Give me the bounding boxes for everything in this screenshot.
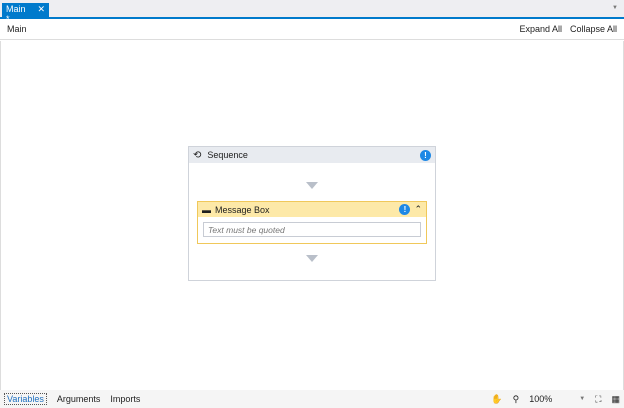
message-box-icon: ▬ — [202, 204, 211, 215]
expand-all-button[interactable]: Expand All — [519, 24, 562, 34]
tab-label: Main * — [6, 4, 26, 24]
chevron-down-icon[interactable]: ▼ — [579, 396, 585, 402]
tab-imports[interactable]: Imports — [110, 394, 140, 404]
info-icon[interactable]: ! — [399, 204, 411, 215]
drop-arrow-icon[interactable] — [306, 182, 318, 189]
tab-main[interactable]: Main * ✕ — [2, 3, 49, 24]
sequence-title: Sequence — [207, 150, 248, 160]
text-input[interactable]: Text must be quoted — [203, 222, 421, 237]
overview-icon[interactable]: ▦ — [611, 394, 620, 405]
info-icon[interactable]: ! — [420, 149, 431, 161]
close-icon[interactable]: ✕ — [37, 4, 45, 16]
sequence-activity[interactable]: ⟲ Sequence! ▬ Message Box! ⌃ Text must be q… — [188, 146, 436, 281]
document-tabbar: Main * ✕ ▼ — [0, 0, 624, 24]
search-icon[interactable]: ⚲ — [513, 394, 520, 405]
tab-dropdown-icon[interactable]: ▼ — [612, 5, 618, 11]
collapse-all-button[interactable]: Collapse All — [570, 24, 617, 34]
sequence-icon: ⟲ — [193, 149, 202, 161]
breadcrumb: Main Expand All Collapse All — [0, 19, 624, 40]
breadcrumb-main[interactable]: Main — [7, 24, 27, 34]
message-box-title: Message Box — [215, 204, 270, 215]
hand-icon[interactable]: ✋ — [491, 394, 502, 405]
fit-to-screen-icon[interactable]: ⛶ — [595, 394, 601, 405]
footer-bar: Variables Arguments Imports ✋ ⚲ 100% ▼ ⛶… — [0, 390, 624, 408]
tab-arguments[interactable]: Arguments — [57, 394, 101, 404]
drop-arrow-icon[interactable] — [306, 255, 318, 262]
tab-variables[interactable]: Variables — [4, 393, 47, 405]
collapse-icon[interactable]: ⌃ — [414, 204, 422, 215]
message-box-activity[interactable]: ▬ Message Box! ⌃ Text must be quoted — [197, 201, 427, 244]
zoom-select[interactable]: 100% — [529, 394, 569, 404]
